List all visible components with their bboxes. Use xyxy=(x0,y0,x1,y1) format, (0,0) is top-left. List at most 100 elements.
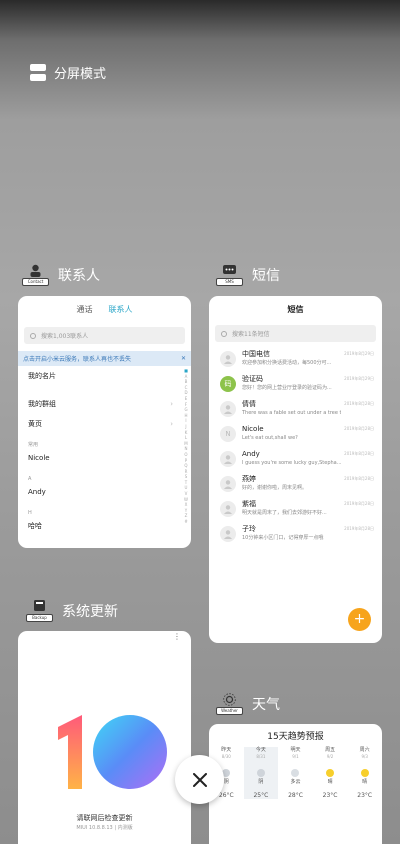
section-header: H xyxy=(28,510,32,516)
contacts-card-header: Contact 联系人 xyxy=(22,264,100,286)
message-thread-item[interactable]: 紫福 明天就是周末了，我们去郊游好不好... 2019年8月28日 xyxy=(209,496,382,521)
weather-recent-card[interactable]: 15天趋势预报 昨天 8/30 阴 26°C 今天 8/31 阴 25°C 明天 9/1 多云 28°… xyxy=(209,724,382,844)
tab-contacts[interactable]: 联系人 xyxy=(109,304,133,315)
sms-search-input[interactable]: 搜索11条短信 xyxy=(215,325,376,342)
forecast-day[interactable]: 今天 8/31 阴 25°C xyxy=(243,747,279,799)
avatar xyxy=(220,350,236,367)
update-recent-card[interactable]: ⋮ 请联网后检查更新 MIUI 10.8.8.13 | 内测版 xyxy=(18,631,191,844)
forecast-temperature: 23°C xyxy=(322,792,338,799)
alphabet-index[interactable]: ■ A B C D E F G H I J K L M N O P Q R S T U V W X Y Z # xyxy=(183,368,189,525)
contact-list-item[interactable]: 我的名片 xyxy=(18,366,179,386)
weather-condition-icon xyxy=(291,769,300,777)
more-menu-icon[interactable]: ⋮ xyxy=(173,633,181,641)
forecast-temperature: 28°C xyxy=(288,792,303,799)
update-message: 请联网后检查更新 xyxy=(76,814,133,822)
contact-list-item[interactable]: 哈哈 xyxy=(18,516,179,536)
close-icon[interactable]: ✕ xyxy=(181,355,186,362)
forecast-day[interactable]: 明天 9/1 多云 28°C xyxy=(278,747,313,799)
cloud-service-banner[interactable]: 点击开启小米云服务，联系人再也不丢失 ✕ xyxy=(18,351,191,366)
message-thread-item[interactable]: 燕婷 好的，谢谢你啦，周末见啊。 2019年8月28日 xyxy=(209,471,382,496)
message-content: 子玲 10分钟来小区门口，记得穿厚一点哦 xyxy=(242,525,341,542)
sender-name: 燕婷 xyxy=(242,475,256,483)
message-time: 2019年8月28日 xyxy=(344,401,374,406)
section-header: A xyxy=(28,476,32,482)
clear-all-button[interactable] xyxy=(175,755,224,804)
contact-name: 我的群组 xyxy=(28,400,56,408)
message-thread-item[interactable]: N Nicole Let's eat out,shall we? 2019年8月28日 xyxy=(209,421,382,446)
contact-list-item[interactable]: 我的群组 › xyxy=(18,394,179,414)
message-time: 2019年8月28日 xyxy=(344,501,374,506)
forecast-condition: 晴 xyxy=(362,779,368,785)
weather-condition-icon xyxy=(326,769,335,777)
message-preview: There was a fable set out under a tree t… xyxy=(242,410,342,416)
update-card-header: Backup 系统更新 xyxy=(26,600,118,622)
forecast-day[interactable]: 周五 9/2 晴 23°C xyxy=(313,747,348,799)
new-message-button[interactable]: + xyxy=(348,608,371,631)
forecast-title: 15天趋势预报 xyxy=(267,732,324,742)
weather-condition-icon xyxy=(256,769,265,777)
message-time: 2019年8月28日 xyxy=(344,451,374,456)
message-content: 验证码您好！您的网上营业厅登录的验证码为... xyxy=(242,375,341,392)
contact-name: 我的名片 xyxy=(28,372,56,380)
message-time: 2019年8月28日 xyxy=(344,426,374,431)
message-thread-item[interactable]: 倩倩 There was a fable set out under a tree… xyxy=(209,396,382,421)
contact-name: 哈哈 xyxy=(28,522,42,530)
avatar xyxy=(220,400,236,417)
message-preview: I guess you're some lucky guy,Stepha... xyxy=(242,460,342,466)
contacts-app-title: 联系人 xyxy=(58,268,100,284)
forecast-day[interactable]: 周六 9/3 晴 23°C xyxy=(347,747,382,799)
message-time: 2019年8月29日 xyxy=(344,376,374,381)
weather-app-title: 天气 xyxy=(252,697,280,713)
forecast-day-name: 明天 xyxy=(290,747,301,753)
sender-name: Nicole xyxy=(242,425,264,433)
chevron-right-icon: › xyxy=(170,400,173,408)
message-preview: 好的，谢谢你啦，周末见啊。 xyxy=(242,485,308,491)
message-thread-item[interactable]: 子玲 10分钟来小区门口，记得穿厚一点哦 2019年8月28日 xyxy=(209,521,382,546)
forecast-date: 8/31 xyxy=(256,754,266,759)
message-content: Andy I guess you're some lucky guy,Stepha… xyxy=(242,450,341,467)
message-time: 2019年8月28日 xyxy=(344,476,374,481)
weather-card-header: Weather 天气 xyxy=(216,693,280,715)
message-content: 中国电信欢迎参加积分换话费活动，每500分可... xyxy=(242,350,341,367)
sender-name: 子玲 xyxy=(242,525,256,533)
message-preview: 10分钟来小区门口，记得穿厚一点哦 xyxy=(242,535,324,541)
contact-list-item[interactable]: Nicole xyxy=(18,448,179,468)
message-preview: 欢迎参加积分换话费活动，每500分可... xyxy=(242,360,332,366)
sender-name: 验证码 xyxy=(242,375,263,383)
message-thread-item[interactable]: 码验证码 您好！您的网上营业厅登录的验证码为... 2019年8月29日 xyxy=(209,371,382,396)
contact-list-item[interactable]: Andy xyxy=(18,482,179,502)
list-gap xyxy=(18,386,179,394)
forecast-condition: 晴 xyxy=(327,779,333,785)
avatar xyxy=(220,475,236,492)
forecast-date: 9/1 xyxy=(292,754,299,759)
forecast-condition: 阴 xyxy=(258,779,264,785)
avatar: 码 xyxy=(220,375,236,392)
forecast-day-name: 今天 xyxy=(255,747,266,753)
weather-condition-icon xyxy=(360,769,369,777)
avatar xyxy=(220,500,236,517)
sms-message-list: 中国电信欢迎参加积分换话费活动，每500分可... 2019年8月29日 码验证码您… xyxy=(209,346,382,546)
message-preview: 明天就是周末了，我们去郊游好不好... xyxy=(242,510,327,516)
index-letter[interactable]: # xyxy=(183,519,189,525)
sender-name: 倩倩 xyxy=(242,400,256,408)
message-preview: 您好！您的网上营业厅登录的验证码为... xyxy=(242,385,332,391)
message-content: 燕婷好的，谢谢你啦，周末见啊。 xyxy=(242,475,341,492)
contact-name: Nicole xyxy=(28,454,50,462)
split-screen-icon xyxy=(30,64,46,81)
search-icon xyxy=(30,332,36,339)
sms-recent-card[interactable]: 短信 搜索11条短信 中国电信 欢迎参加积分换话费活动，每500分可... 2019… xyxy=(209,296,382,643)
message-thread-item[interactable]: 中国电信 欢迎参加积分换话费活动，每500分可... 2019年8月29日 xyxy=(209,346,382,371)
message-thread-item[interactable]: Andy I guess you're some lucky guy,Stepha… xyxy=(209,446,382,471)
contacts-tabs: 通话 联系人 xyxy=(18,296,191,315)
contacts-search-input[interactable]: 搜索1,003联系人 xyxy=(24,327,185,344)
tab-calls[interactable]: 通话 xyxy=(77,304,93,315)
contact-list-item[interactable]: 黄页 › xyxy=(18,414,179,434)
sender-name: Andy xyxy=(242,450,260,458)
forecast-temperature: 25°C xyxy=(253,792,269,799)
sms-app-title: 短信 xyxy=(252,268,280,284)
split-screen-mode-button[interactable]: 分屏模式 xyxy=(30,63,106,82)
contacts-recent-card[interactable]: 通话 联系人 搜索1,003联系人 点击开启小米云服务，联系人再也不丢失 ✕ ■… xyxy=(18,296,191,548)
miui-10-logo xyxy=(58,715,167,789)
sender-name: 中国电信 xyxy=(242,350,270,358)
avatar xyxy=(220,525,236,542)
